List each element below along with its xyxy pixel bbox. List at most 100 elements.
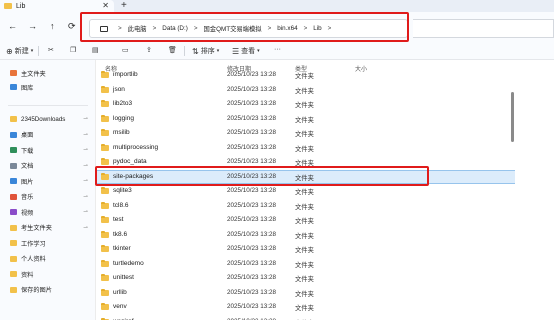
sidebar-item-label: 2345Downloads — [21, 115, 66, 123]
sidebar-item[interactable]: 图片 ⊸ — [0, 175, 96, 187]
folder-icon — [101, 158, 109, 165]
list-item[interactable]: logging 2025/10/23 13:28 文件夹 — [97, 113, 515, 125]
up-button[interactable]: ↑ — [50, 21, 55, 31]
sidebar-item[interactable]: 音乐 ⊸ — [0, 191, 96, 203]
rename-icon[interactable]: ▭ — [122, 46, 129, 54]
sidebar-item-label: 图库 — [21, 84, 34, 92]
list-item[interactable]: unittest 2025/10/23 13:28 文件夹 — [97, 272, 515, 284]
folder-icon — [101, 114, 109, 122]
file-type: 文件夹 — [295, 261, 314, 269]
list-item[interactable]: json 2025/10/23 13:28 文件夹 — [97, 84, 515, 96]
scrollbar[interactable] — [511, 92, 514, 142]
sidebar-item[interactable]: 个人资料 — [0, 253, 96, 265]
chevron-down-icon: ▾ — [216, 48, 220, 54]
pin-icon[interactable]: ⊸ — [83, 178, 88, 184]
close-icon[interactable]: ✕ — [102, 1, 109, 10]
list-item[interactable]: multiprocessing 2025/10/23 13:28 文件夹 — [97, 142, 515, 154]
pin-icon[interactable]: ⊸ — [83, 147, 88, 153]
file-list: 名称 修改日期 类型 大小 importlib 2025/10/23 13:28 文… — [97, 60, 515, 320]
file-date: 2025/10/23 13:28 — [227, 230, 277, 238]
pin-icon[interactable]: ⊸ — [83, 163, 88, 169]
sidebar-item[interactable]: 工作学习 — [0, 237, 96, 249]
file-name: json — [113, 85, 125, 93]
folder-icon — [101, 100, 109, 107]
cut-icon[interactable]: ✂ — [48, 46, 54, 54]
sort-icon: ⇅ — [192, 46, 199, 56]
view-button[interactable]: ☰ 查看 ▾ — [232, 46, 260, 56]
folder-icon — [101, 71, 109, 78]
file-type: 文件夹 — [295, 102, 314, 109]
folder-icon — [101, 230, 109, 238]
list-item[interactable]: tk8.6 2025/10/23 13:28 文件夹 — [97, 229, 515, 241]
folder-icon — [10, 162, 17, 169]
list-item[interactable]: lib2to3 2025/10/23 13:28 文件夹 — [97, 98, 515, 110]
delete-icon[interactable]: 🗑 — [168, 46, 177, 54]
sidebar-item-label: 主文件夹 — [21, 70, 46, 78]
folder-icon — [101, 303, 109, 310]
pin-icon[interactable]: ⊸ — [83, 116, 88, 122]
folder-icon — [101, 85, 109, 93]
pin-icon[interactable]: ⊸ — [83, 209, 88, 215]
row-highlight-box — [95, 166, 429, 186]
pin-icon[interactable]: ⊸ — [83, 132, 88, 138]
sidebar-item[interactable]: 考生文件夹 ⊸ — [0, 222, 96, 234]
sidebar-item-label: 文档 — [21, 163, 34, 170]
list-item[interactable]: tkinter 2025/10/23 13:28 文件夹 — [97, 243, 515, 255]
sidebar-item[interactable]: 主文件夹 — [0, 67, 96, 79]
file-name: tkinter — [113, 245, 131, 252]
new-tab-button[interactable]: + — [121, 0, 127, 12]
list-item[interactable]: urllib 2025/10/23 13:28 文件夹 — [97, 287, 515, 299]
refresh-button[interactable]: ⟳ — [68, 21, 76, 32]
sidebar-item[interactable]: 图库 — [0, 81, 96, 93]
file-type: 文件夹 — [295, 276, 314, 283]
sidebar-item-label: 个人资料 — [21, 256, 46, 263]
folder-icon — [10, 193, 17, 200]
sidebar-item[interactable]: 视频 ⊸ — [0, 206, 96, 218]
file-type: 文件夹 — [295, 203, 314, 211]
folder-icon — [10, 286, 17, 293]
sidebar-item-label: 下载 — [21, 147, 34, 155]
sidebar-item-label: 图片 — [21, 178, 34, 186]
list-item[interactable]: tcl8.6 2025/10/23 13:28 文件夹 — [97, 200, 515, 212]
file-name: urllib — [113, 288, 127, 296]
file-date: 2025/10/23 13:28 — [227, 259, 277, 267]
sidebar-item[interactable]: 下载 ⊸ — [0, 144, 96, 156]
file-name: venv — [113, 303, 127, 310]
forward-button[interactable]: → — [28, 21, 37, 31]
tab-lib[interactable]: Lib ✕ — [0, 0, 114, 12]
back-button[interactable]: ← — [8, 21, 17, 31]
file-name: multiprocessing — [113, 143, 159, 151]
sidebar-item[interactable]: 文档 ⊸ — [0, 160, 96, 172]
file-date: 2025/10/23 13:28 — [227, 158, 277, 165]
pin-icon[interactable]: ⊸ — [83, 194, 88, 200]
sort-button[interactable]: ⇅ 排序 ▾ — [192, 46, 219, 56]
file-name: importlib — [113, 71, 138, 78]
pin-icon[interactable]: ⊸ — [83, 225, 88, 231]
list-item[interactable]: wsgiref2025/10/23 13:28文件夹 — [97, 316, 515, 320]
navigation-pane: 主文件夹 图库 2345Downloads ⊸ 桌面 ⊸ 下载 ⊸ 文档 ⊸ 图片 ⊸ 音乐 ⊸ 视频 ⊸ 考生… — [0, 60, 96, 320]
list-item[interactable]: venv 2025/10/23 13:28 文件夹 — [97, 301, 515, 313]
new-button[interactable]: ⊕ 新建 ▾ — [6, 46, 33, 56]
file-name: pydoc_data — [113, 158, 147, 165]
list-item[interactable]: turtledemo 2025/10/23 13:28 文件夹 — [97, 258, 515, 270]
search-input[interactable] — [413, 19, 554, 38]
sidebar-item[interactable]: 资料 — [0, 268, 96, 280]
copy-icon[interactable]: ❐ — [70, 46, 76, 54]
list-item[interactable]: test 2025/10/23 13:28 文件夹 — [97, 214, 515, 226]
list-item[interactable]: msilib 2025/10/23 13:28 文件夹 — [97, 127, 515, 139]
more-options-icon[interactable]: ··· — [274, 46, 281, 53]
file-date: 2025/10/23 13:28 — [227, 129, 277, 136]
file-type: 文件夹 — [295, 290, 314, 298]
paste-icon[interactable]: ▤ — [92, 46, 99, 54]
file-date: 2025/10/23 13:28 — [227, 71, 277, 78]
sidebar-item[interactable]: 桌面 ⊸ — [0, 129, 96, 141]
sidebar-item[interactable]: 2345Downloads ⊸ — [0, 113, 96, 125]
share-icon[interactable]: ⇪ — [146, 46, 152, 54]
file-date: 2025/10/23 13:28 — [227, 114, 277, 122]
sidebar-item[interactable]: 保存的图片 — [0, 284, 96, 296]
list-item[interactable]: sqlite3 2025/10/23 13:28 文件夹 — [97, 185, 515, 197]
file-date: 2025/10/23 13:28 — [227, 187, 277, 194]
list-item[interactable]: importlib 2025/10/23 13:28 文件夹 — [97, 69, 515, 81]
file-date: 2025/10/23 13:28 — [227, 274, 277, 281]
sort-label: 排序 — [200, 48, 215, 55]
